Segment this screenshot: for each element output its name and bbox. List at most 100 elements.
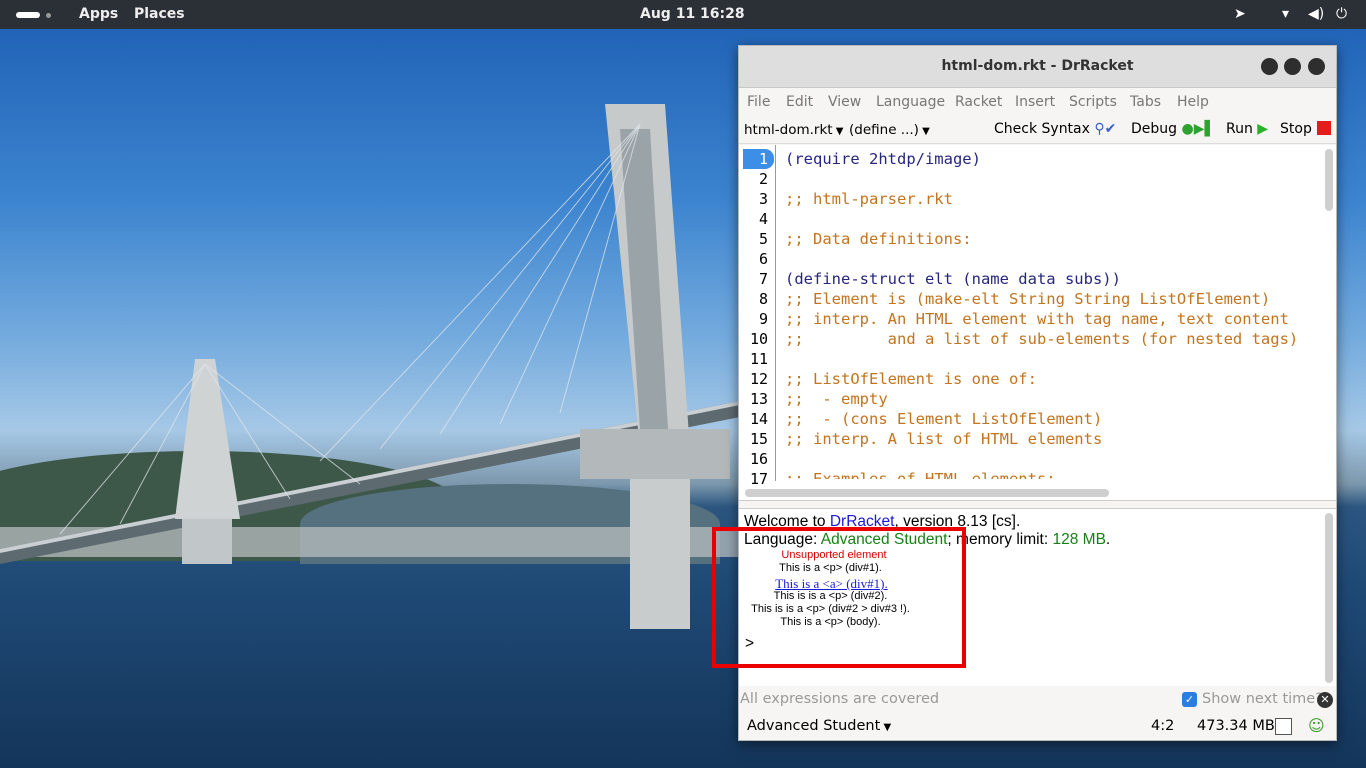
code-line[interactable] xyxy=(785,349,1319,369)
magnifier-check-icon: ⚲✔ xyxy=(1089,121,1117,137)
line-number: 4 xyxy=(758,210,768,228)
window-titlebar[interactable]: html-dom.rkt - DrRacket xyxy=(739,46,1336,88)
workspace-dot-icon xyxy=(46,13,51,18)
dropdown-arrow-icon: ▼ xyxy=(832,126,844,137)
line-number: 1 xyxy=(743,149,774,169)
code-line[interactable]: ;; ListOfElement is one of: xyxy=(785,369,1319,389)
check-syntax-button[interactable]: Check Syntax ⚲✔ xyxy=(994,121,1116,137)
code-line[interactable]: ;; - empty xyxy=(785,389,1319,409)
definitions-editor[interactable]: 1 2 3 4 5 6 7 8 9 10 11 12 13 14 15 16 17 (require 2htdp… xyxy=(739,145,1336,501)
menu-help[interactable]: Help xyxy=(1177,94,1209,110)
activities-indicator-icon[interactable] xyxy=(16,12,40,18)
places-menu[interactable]: Places xyxy=(134,6,185,22)
running-person-icon: ☺ xyxy=(1308,716,1325,735)
code-line[interactable] xyxy=(785,249,1319,269)
line-number: 6 xyxy=(758,250,768,268)
language-selector-label: Advanced Student xyxy=(747,718,881,734)
gutter-divider xyxy=(775,145,776,481)
menu-file[interactable]: File xyxy=(747,94,770,110)
dropdown-arrow-icon: ▼ xyxy=(918,126,930,137)
line-number-gutter: 1 2 3 4 5 6 7 8 9 10 11 12 13 14 15 16 17 xyxy=(743,149,774,489)
menu-scripts[interactable]: Scripts xyxy=(1069,94,1117,110)
show-next-checkbox[interactable]: ✓ xyxy=(1182,692,1197,707)
code-line[interactable] xyxy=(785,449,1319,469)
menu-view[interactable]: View xyxy=(828,94,861,110)
code-line[interactable]: ;; Element is (make-elt String String Li… xyxy=(785,289,1319,309)
line-number: 7 xyxy=(758,270,768,288)
scroll-thumb[interactable] xyxy=(1325,149,1333,211)
bridge-illustration xyxy=(0,104,740,629)
run-label: Run xyxy=(1226,121,1253,137)
coverage-message: All expressions are covered xyxy=(740,691,940,707)
define-dropdown[interactable]: (define ...) ▼ xyxy=(849,122,930,138)
red-annotation-box xyxy=(712,527,966,668)
line-number: 13 xyxy=(749,390,768,408)
system-top-bar: Apps Places Aug 11 16:28 ➤ ▾ ◀) ⏻ xyxy=(0,0,1366,29)
code-line[interactable]: ;; Data definitions: xyxy=(785,229,1319,249)
menu-edit[interactable]: Edit xyxy=(786,94,813,110)
line-number: 5 xyxy=(758,230,768,248)
volume-icon[interactable]: ◀) xyxy=(1308,6,1324,22)
code-line[interactable]: ;; Examples of HTML elements: xyxy=(785,469,1319,479)
line-number: 15 xyxy=(749,430,768,448)
code-line[interactable]: ;; and a list of sub-elements (for neste… xyxy=(785,329,1319,349)
stop-button[interactable]: Stop xyxy=(1280,121,1331,137)
toolbar: html-dom.rkt ▼ (define ...) ▼ Check Synt… xyxy=(739,116,1336,144)
stop-label: Stop xyxy=(1280,121,1312,137)
menu-bar: File Edit View Language Racket Insert Sc… xyxy=(739,88,1336,116)
telegram-icon[interactable]: ➤ xyxy=(1234,6,1246,22)
code-line[interactable]: (define-struct elt (name data subs)) xyxy=(785,269,1319,289)
line-number: 2 xyxy=(758,170,768,188)
line-number: 12 xyxy=(749,370,768,388)
memory-suffix: . xyxy=(1105,531,1111,548)
line-number: 11 xyxy=(749,350,768,368)
code-line[interactable] xyxy=(785,209,1319,229)
menu-language[interactable]: Language xyxy=(876,94,945,110)
menu-tabs[interactable]: Tabs xyxy=(1130,94,1161,110)
debug-label: Debug xyxy=(1131,121,1178,137)
line-number: 14 xyxy=(749,410,768,428)
debug-step-icon: ●▶▌ xyxy=(1177,121,1216,137)
line-number: 16 xyxy=(749,450,768,468)
run-button[interactable]: Run ▶ xyxy=(1226,121,1268,137)
memory-limit: 128 MB xyxy=(1052,531,1106,548)
dropdown-arrow-icon: ▼ xyxy=(880,722,892,733)
stop-square-icon xyxy=(1316,121,1331,135)
line-number: 9 xyxy=(758,310,768,328)
code-line[interactable]: ;; html-parser.rkt xyxy=(785,189,1319,209)
line-number: 3 xyxy=(758,190,768,208)
code-line[interactable]: ;; interp. A list of HTML elements xyxy=(785,429,1319,449)
clock[interactable]: Aug 11 16:28 xyxy=(640,6,745,22)
line-number: 17 xyxy=(749,470,768,488)
menu-racket[interactable]: Racket xyxy=(955,94,1002,110)
memory-usage[interactable]: 473.34 MB xyxy=(1197,718,1275,734)
editor-horizontal-scrollbar[interactable] xyxy=(745,489,1109,497)
cursor-position: 4:2 xyxy=(1151,718,1175,734)
close-status-icon[interactable]: ✕ xyxy=(1317,692,1333,708)
define-dropdown-label: (define ...) xyxy=(849,122,919,138)
code-area[interactable]: (require 2htdp/image) ;; html-parser.rkt;… xyxy=(785,149,1319,479)
window-title: html-dom.rkt - DrRacket xyxy=(941,58,1134,74)
close-button[interactable] xyxy=(1308,58,1325,75)
run-arrow-icon: ▶ xyxy=(1252,121,1269,137)
language-selector[interactable]: Advanced Student ▼ xyxy=(747,718,891,734)
check-syntax-label: Check Syntax xyxy=(994,121,1090,137)
wifi-icon[interactable]: ▾ xyxy=(1282,6,1289,22)
code-line[interactable]: ;; interp. An HTML element with tag name… xyxy=(785,309,1319,329)
debug-button[interactable]: Debug ●▶▌ xyxy=(1131,121,1215,137)
menu-insert[interactable]: Insert xyxy=(1015,94,1055,110)
file-dropdown-label: html-dom.rkt xyxy=(744,122,833,138)
line-number: 8 xyxy=(758,290,768,308)
gc-indicator-box xyxy=(1275,718,1292,735)
file-dropdown[interactable]: html-dom.rkt ▼ xyxy=(744,122,843,138)
minimize-button[interactable] xyxy=(1261,58,1278,75)
code-line[interactable]: (require 2htdp/image) xyxy=(785,149,1319,169)
show-next-label: Show next time? xyxy=(1202,691,1323,707)
apps-menu[interactable]: Apps xyxy=(79,6,118,22)
maximize-button[interactable] xyxy=(1284,58,1301,75)
code-line[interactable]: ;; - (cons Element ListOfElement) xyxy=(785,409,1319,429)
code-line[interactable] xyxy=(785,169,1319,189)
power-icon[interactable]: ⏻ xyxy=(1336,6,1347,22)
editor-vertical-scrollbar[interactable] xyxy=(1325,149,1333,479)
repl-vertical-scrollbar[interactable] xyxy=(1325,513,1333,683)
